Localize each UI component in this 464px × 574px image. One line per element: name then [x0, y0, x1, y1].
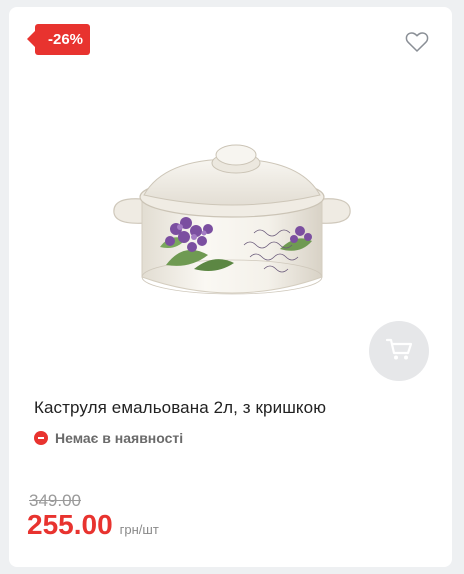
- product-card[interactable]: -26% Каструля емальована 2л, з кришкою Н…: [9, 7, 452, 567]
- heart-icon[interactable]: [405, 31, 429, 53]
- add-to-cart-button[interactable]: [369, 321, 429, 381]
- cart-icon: [385, 337, 413, 366]
- product-image[interactable]: [104, 137, 364, 307]
- stock-status-label: Немає в наявності: [55, 430, 184, 446]
- price-unit: грн/шт: [119, 522, 159, 537]
- minus-circle-icon: [34, 431, 48, 445]
- stock-status: Немає в наявності: [34, 430, 183, 446]
- current-price: 255.00: [27, 509, 113, 540]
- price-row: 255.00 грн/шт: [27, 509, 159, 541]
- old-price: 349.00: [29, 491, 81, 510]
- discount-badge: -26%: [26, 24, 91, 55]
- product-title[interactable]: Каструля емальована 2л, з кришкою: [34, 398, 326, 418]
